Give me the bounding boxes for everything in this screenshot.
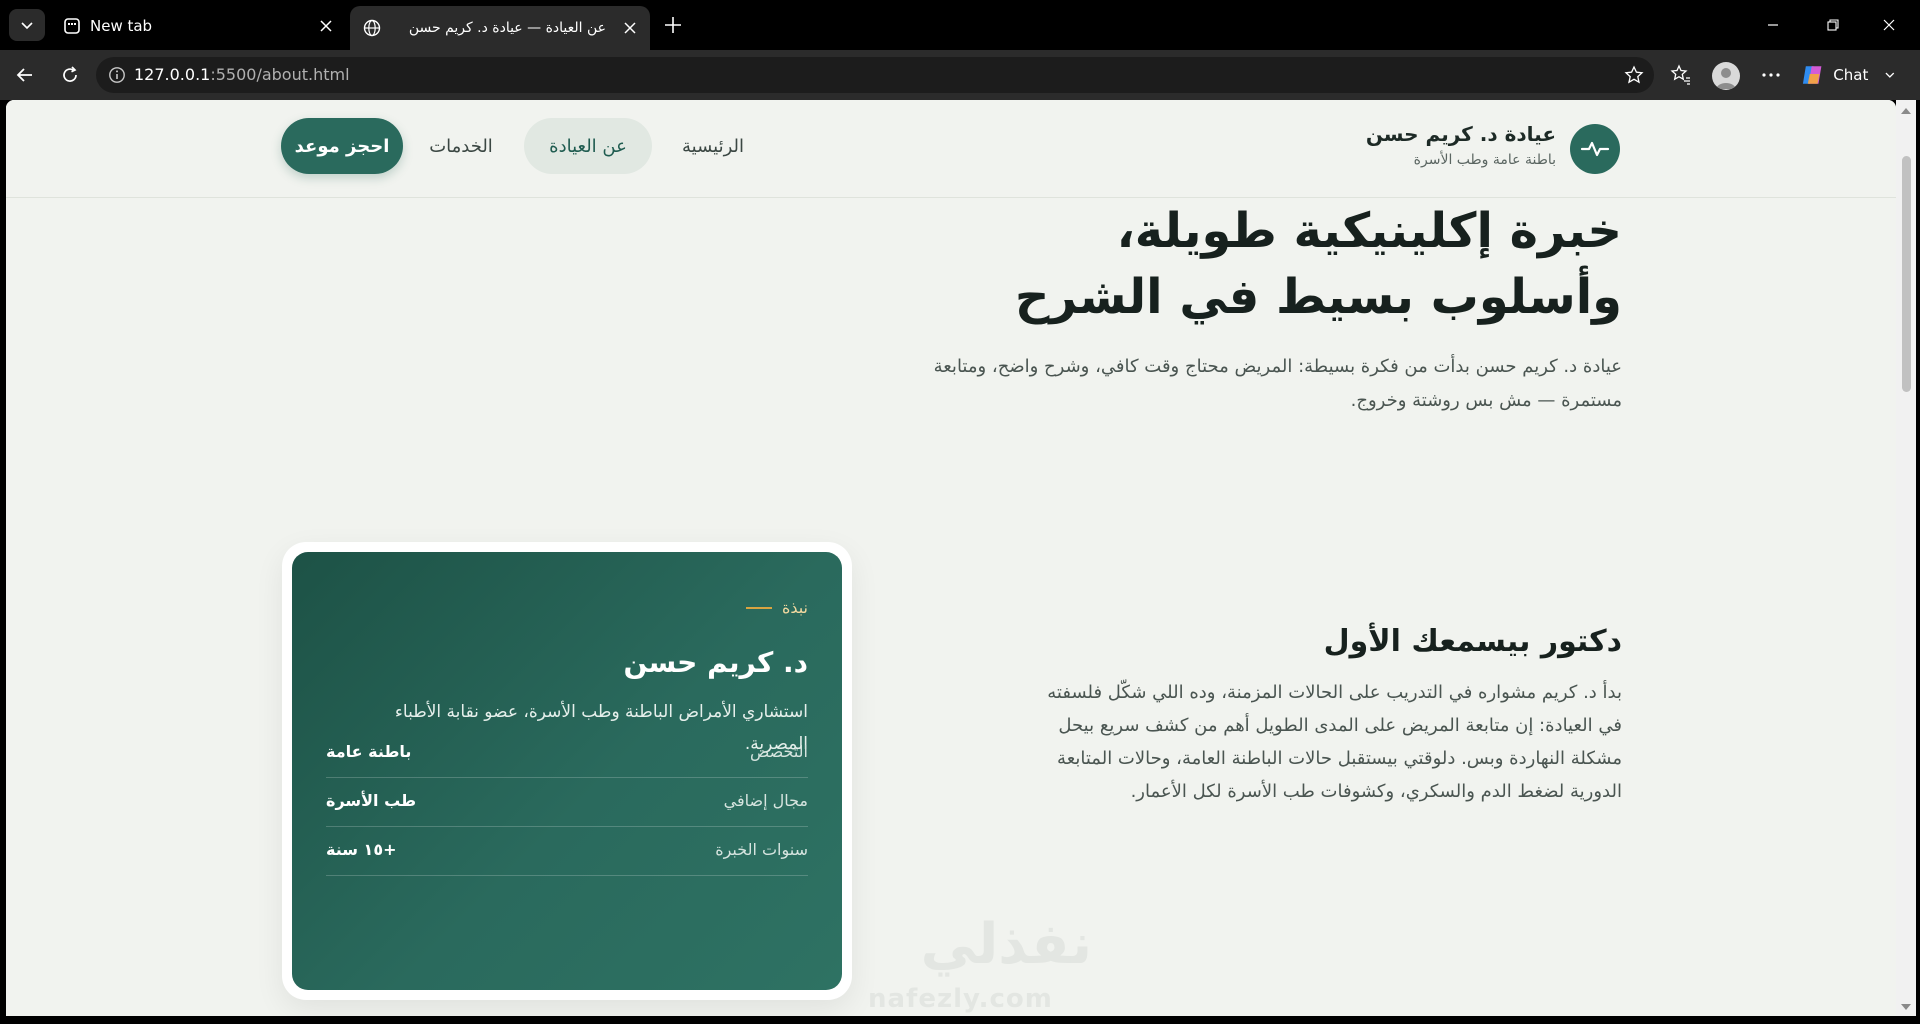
url-host: 127.0.0.1 — [134, 65, 211, 84]
heartbeat-icon — [1580, 141, 1610, 157]
card-row-specialty: التخصص باطنة عامة — [326, 730, 808, 778]
close-window-button[interactable] — [1866, 8, 1912, 42]
hero-title-line-2: وأسلوب بسيط في الشرح — [1014, 269, 1622, 325]
info-icon — [109, 67, 125, 83]
browser-tabstrip: New tab عن العيادة — عيادة د. كريم حسن — [0, 0, 1920, 50]
star-icon — [1624, 65, 1644, 84]
plus-icon — [665, 17, 681, 33]
scroll-down-arrow[interactable] — [1901, 1004, 1911, 1010]
person-icon — [1716, 68, 1736, 89]
card-row-experience: سنوات الخبرة +١٥ سنة — [326, 828, 808, 876]
favorite-button[interactable] — [1620, 61, 1648, 89]
chat-label: Chat — [1833, 66, 1869, 84]
reload-icon — [63, 66, 77, 82]
book-appointment-button[interactable]: احجز موعد — [281, 118, 403, 174]
profile-card-frame: نبذة د. كريم حسن استشاري الأمراض الباطنة… — [282, 542, 852, 1000]
more-horizontal-icon — [1762, 73, 1780, 77]
row-value: باطنة عامة — [326, 742, 412, 761]
tab-title: New tab — [90, 17, 153, 35]
watermark: نفذلي nafezly.com — [852, 900, 1092, 1014]
profile-avatar[interactable] — [1712, 62, 1740, 90]
restore-icon — [1827, 19, 1839, 31]
row-label: التخصص — [750, 742, 808, 761]
page-viewport: عيادة د. كريم حسن باطنة عامة وطب الأسرة … — [6, 100, 1896, 1016]
site-info-button[interactable] — [106, 64, 128, 86]
browser-tab-about[interactable]: عن العيادة — عيادة د. كريم حسن — [350, 6, 650, 50]
site-header: عيادة د. كريم حسن باطنة عامة وطب الأسرة … — [6, 100, 1896, 198]
card-eyebrow: نبذة — [745, 598, 808, 617]
reload-button[interactable] — [55, 60, 85, 90]
favorites-button[interactable] — [1666, 60, 1696, 90]
close-icon — [1883, 19, 1895, 31]
row-value: طب الأسرة — [326, 791, 417, 810]
tab-close-button[interactable] — [316, 16, 336, 36]
close-icon — [624, 22, 636, 34]
hero-title-line-1: خبرة إكلينيكية طويلة، — [1116, 203, 1622, 259]
favorites-icon — [1670, 64, 1690, 85]
hero-subtitle: عيادة د. كريم حسن بدأت من فكرة بسيطة: ال… — [933, 356, 1622, 411]
tab-list-button[interactable] — [9, 9, 45, 41]
watermark-arabic: نفذلي — [920, 912, 1092, 977]
chevron-down-icon — [21, 22, 33, 30]
nav-about[interactable]: عن العيادة — [524, 118, 652, 174]
address-bar[interactable]: 127.0.0.1:5500/about.html — [96, 57, 1654, 93]
back-button[interactable] — [10, 60, 40, 90]
more-menu-button[interactable] — [1756, 60, 1786, 90]
page-scrollbar[interactable] — [1896, 100, 1916, 1016]
window-bottom-edge — [0, 1016, 1920, 1024]
chevron-down-icon — [1885, 72, 1895, 78]
nav-services[interactable]: الخدمات — [418, 118, 504, 174]
new-tab-button[interactable] — [658, 10, 688, 40]
row-label: سنوات الخبرة — [715, 840, 808, 859]
scroll-up-arrow[interactable] — [1901, 108, 1911, 114]
scrollbar-thumb[interactable] — [1902, 156, 1911, 392]
eyebrow-label: نبذة — [781, 598, 808, 617]
copilot-icon — [1802, 66, 1822, 84]
story-title: دكتور بيسمعك الأول — [1323, 624, 1622, 659]
profile-card: نبذة د. كريم حسن استشاري الأمراض الباطنة… — [292, 552, 842, 990]
watermark-latin: nafezly.com — [868, 984, 1053, 1014]
story-body: بدأ د. كريم مشواره في التدريب على الحالا… — [1047, 682, 1622, 802]
close-icon — [320, 20, 332, 32]
url-text: 127.0.0.1:5500/about.html — [134, 65, 350, 84]
minimize-icon — [1768, 24, 1778, 26]
row-value: +١٥ سنة — [326, 840, 397, 859]
eyebrow-line — [745, 606, 772, 609]
brand-tagline: باطنة عامة وطب الأسرة — [1413, 152, 1556, 168]
brand-name[interactable]: عيادة د. كريم حسن — [1366, 122, 1556, 146]
tab-title: عن العيادة — عيادة د. كريم حسن — [408, 20, 606, 36]
url-path: :5500/about.html — [210, 65, 350, 84]
arrow-left-icon — [16, 68, 32, 82]
browser-toolbar: 127.0.0.1:5500/about.html Chat — [0, 50, 1920, 100]
hero-title: خبرة إكلينيكية طويلة، وأسلوب بسيط في الش… — [1015, 198, 1622, 330]
tab-close-button[interactable] — [620, 18, 640, 38]
minimize-button[interactable] — [1750, 8, 1796, 42]
brand-logo[interactable] — [1570, 124, 1620, 174]
globe-icon — [363, 19, 381, 37]
row-label: مجال إضافي — [723, 791, 808, 810]
card-row-extra-field: مجال إضافي طب الأسرة — [326, 779, 808, 827]
restore-button[interactable] — [1810, 8, 1856, 42]
doctor-name: د. كريم حسن — [623, 646, 808, 679]
copilot-chat-button[interactable]: Chat — [1800, 60, 1896, 90]
new-tab-page-icon — [64, 18, 80, 34]
browser-tab-new-tab[interactable]: New tab — [52, 6, 346, 46]
nav-home[interactable]: الرئيسية — [668, 118, 758, 174]
